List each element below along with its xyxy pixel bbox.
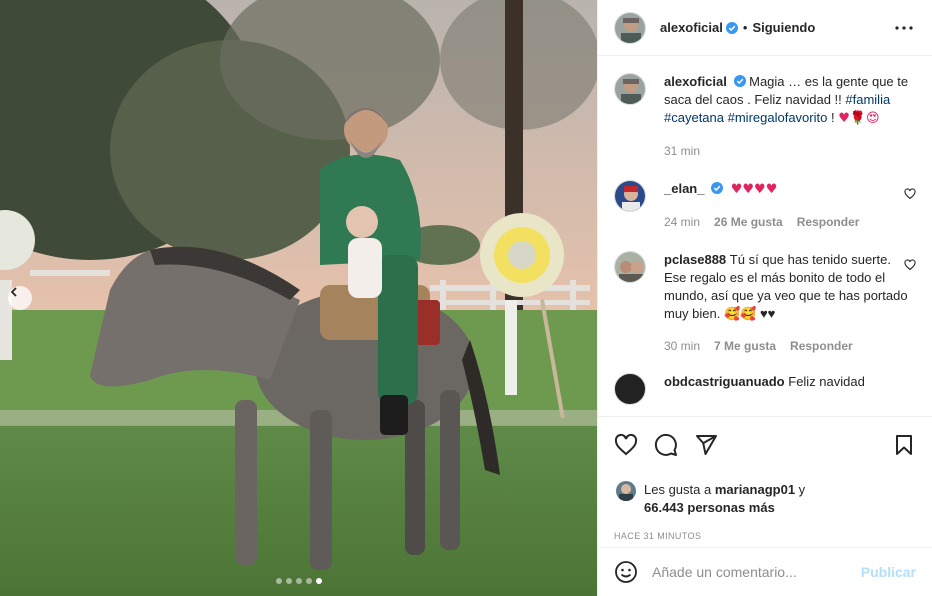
separator-dot: • <box>742 20 748 35</box>
avatar[interactable] <box>614 73 646 105</box>
caption-end: ! <box>830 110 835 125</box>
comment-likes[interactable]: 7 Me gusta <box>714 337 776 355</box>
carousel-dot <box>285 578 292 584</box>
comment-likes[interactable]: 26 Me gusta <box>714 213 783 231</box>
comment-username[interactable]: pclase888 <box>664 252 726 267</box>
post-author-username[interactable]: alexoficial <box>660 20 723 35</box>
avatar-image <box>616 481 636 501</box>
post-photo[interactable] <box>0 0 597 596</box>
avatar[interactable] <box>616 481 636 501</box>
comment-username[interactable]: _elan_ <box>664 181 704 196</box>
heart-icon[interactable] <box>904 259 916 271</box>
hashtag-link[interactable]: #miregalofavorito <box>728 110 828 125</box>
reply-button[interactable]: Responder <box>797 213 860 231</box>
hashtag-link[interactable]: #familia <box>845 92 890 107</box>
hashtag-link[interactable]: #cayetana <box>664 110 724 125</box>
comment-text: ♥♥♥♥ <box>730 182 778 197</box>
carousel-dot <box>275 578 282 584</box>
share-plane-icon[interactable] <box>694 433 718 457</box>
likes-prefix: Les gusta a <box>644 482 712 497</box>
likes-suffix[interactable]: personas más <box>687 500 774 515</box>
photo-illustration <box>0 0 597 596</box>
bookmark-icon[interactable] <box>892 433 916 457</box>
more-options-button[interactable] <box>892 16 916 40</box>
carousel-prev-button[interactable] <box>8 286 32 310</box>
likes-summary: Les gusta a marianagp01 y 66.443 persona… <box>614 481 916 517</box>
comment-item: _elan_ ♥♥♥♥ 24 min 26 Me gusta Responder <box>614 180 916 231</box>
heart-icon[interactable] <box>614 433 638 457</box>
comment-item-partial: obdcastriguanuado Feliz navidad <box>614 373 916 405</box>
avatar-image <box>615 181 645 211</box>
comment-username[interactable]: obdcastriguanuado <box>664 374 785 389</box>
verified-badge-icon <box>711 182 724 194</box>
post-actions: Les gusta a marianagp01 y 66.443 persona… <box>598 416 932 541</box>
carousel-dot-active <box>315 578 322 584</box>
carousel-dot <box>305 578 312 584</box>
likes-user-link[interactable]: marianagp01 <box>715 482 795 497</box>
avatar-image <box>615 12 645 43</box>
verified-badge-icon <box>733 75 746 87</box>
carousel-indicator <box>0 578 597 584</box>
carousel-dot <box>295 578 302 584</box>
caption-username[interactable]: alexoficial <box>664 74 727 89</box>
avatar[interactable] <box>614 251 646 283</box>
comments-section[interactable]: alexoficial Magia … es la gente que te s… <box>598 57 932 415</box>
post-header: alexoficial • Siguiendo <box>598 0 932 56</box>
comment-input[interactable] <box>652 564 861 580</box>
comment-icon[interactable] <box>654 433 678 457</box>
likes-count[interactable]: 66.443 <box>644 500 684 515</box>
comment-item: pclase888 Tú sí que has tenido suerte. E… <box>614 251 916 355</box>
likes-joiner: y <box>798 482 806 497</box>
emoji-smile-icon[interactable] <box>614 560 638 584</box>
reply-button[interactable]: Responder <box>790 337 853 355</box>
add-comment-bar: Publicar <box>598 547 932 596</box>
avatar-image <box>615 74 645 104</box>
avatar[interactable] <box>614 180 646 212</box>
heart-icon[interactable] <box>904 188 916 200</box>
post-caption: alexoficial Magia … es la gente que te s… <box>614 73 916 160</box>
publish-button[interactable]: Publicar <box>861 564 916 580</box>
more-horizontal-icon <box>895 25 913 30</box>
following-button[interactable]: Siguiendo <box>752 20 815 35</box>
post-timestamp[interactable]: HACE 31 MINUTOS <box>614 531 916 541</box>
caption-time[interactable]: 31 min <box>664 142 700 160</box>
avatar-image <box>615 252 645 282</box>
verified-badge-icon <box>725 21 738 34</box>
caption-emojis: ♥🌹😍 <box>838 111 880 126</box>
comment-text: Feliz navidad <box>788 374 865 389</box>
comment-time[interactable]: 24 min <box>664 213 700 231</box>
avatar[interactable] <box>614 11 646 44</box>
chevron-left-icon <box>10 287 17 297</box>
avatar[interactable] <box>614 373 646 405</box>
comment-time[interactable]: 30 min <box>664 337 700 355</box>
post-side-panel: alexoficial • Siguiendo alexoficial Magi… <box>597 0 932 596</box>
